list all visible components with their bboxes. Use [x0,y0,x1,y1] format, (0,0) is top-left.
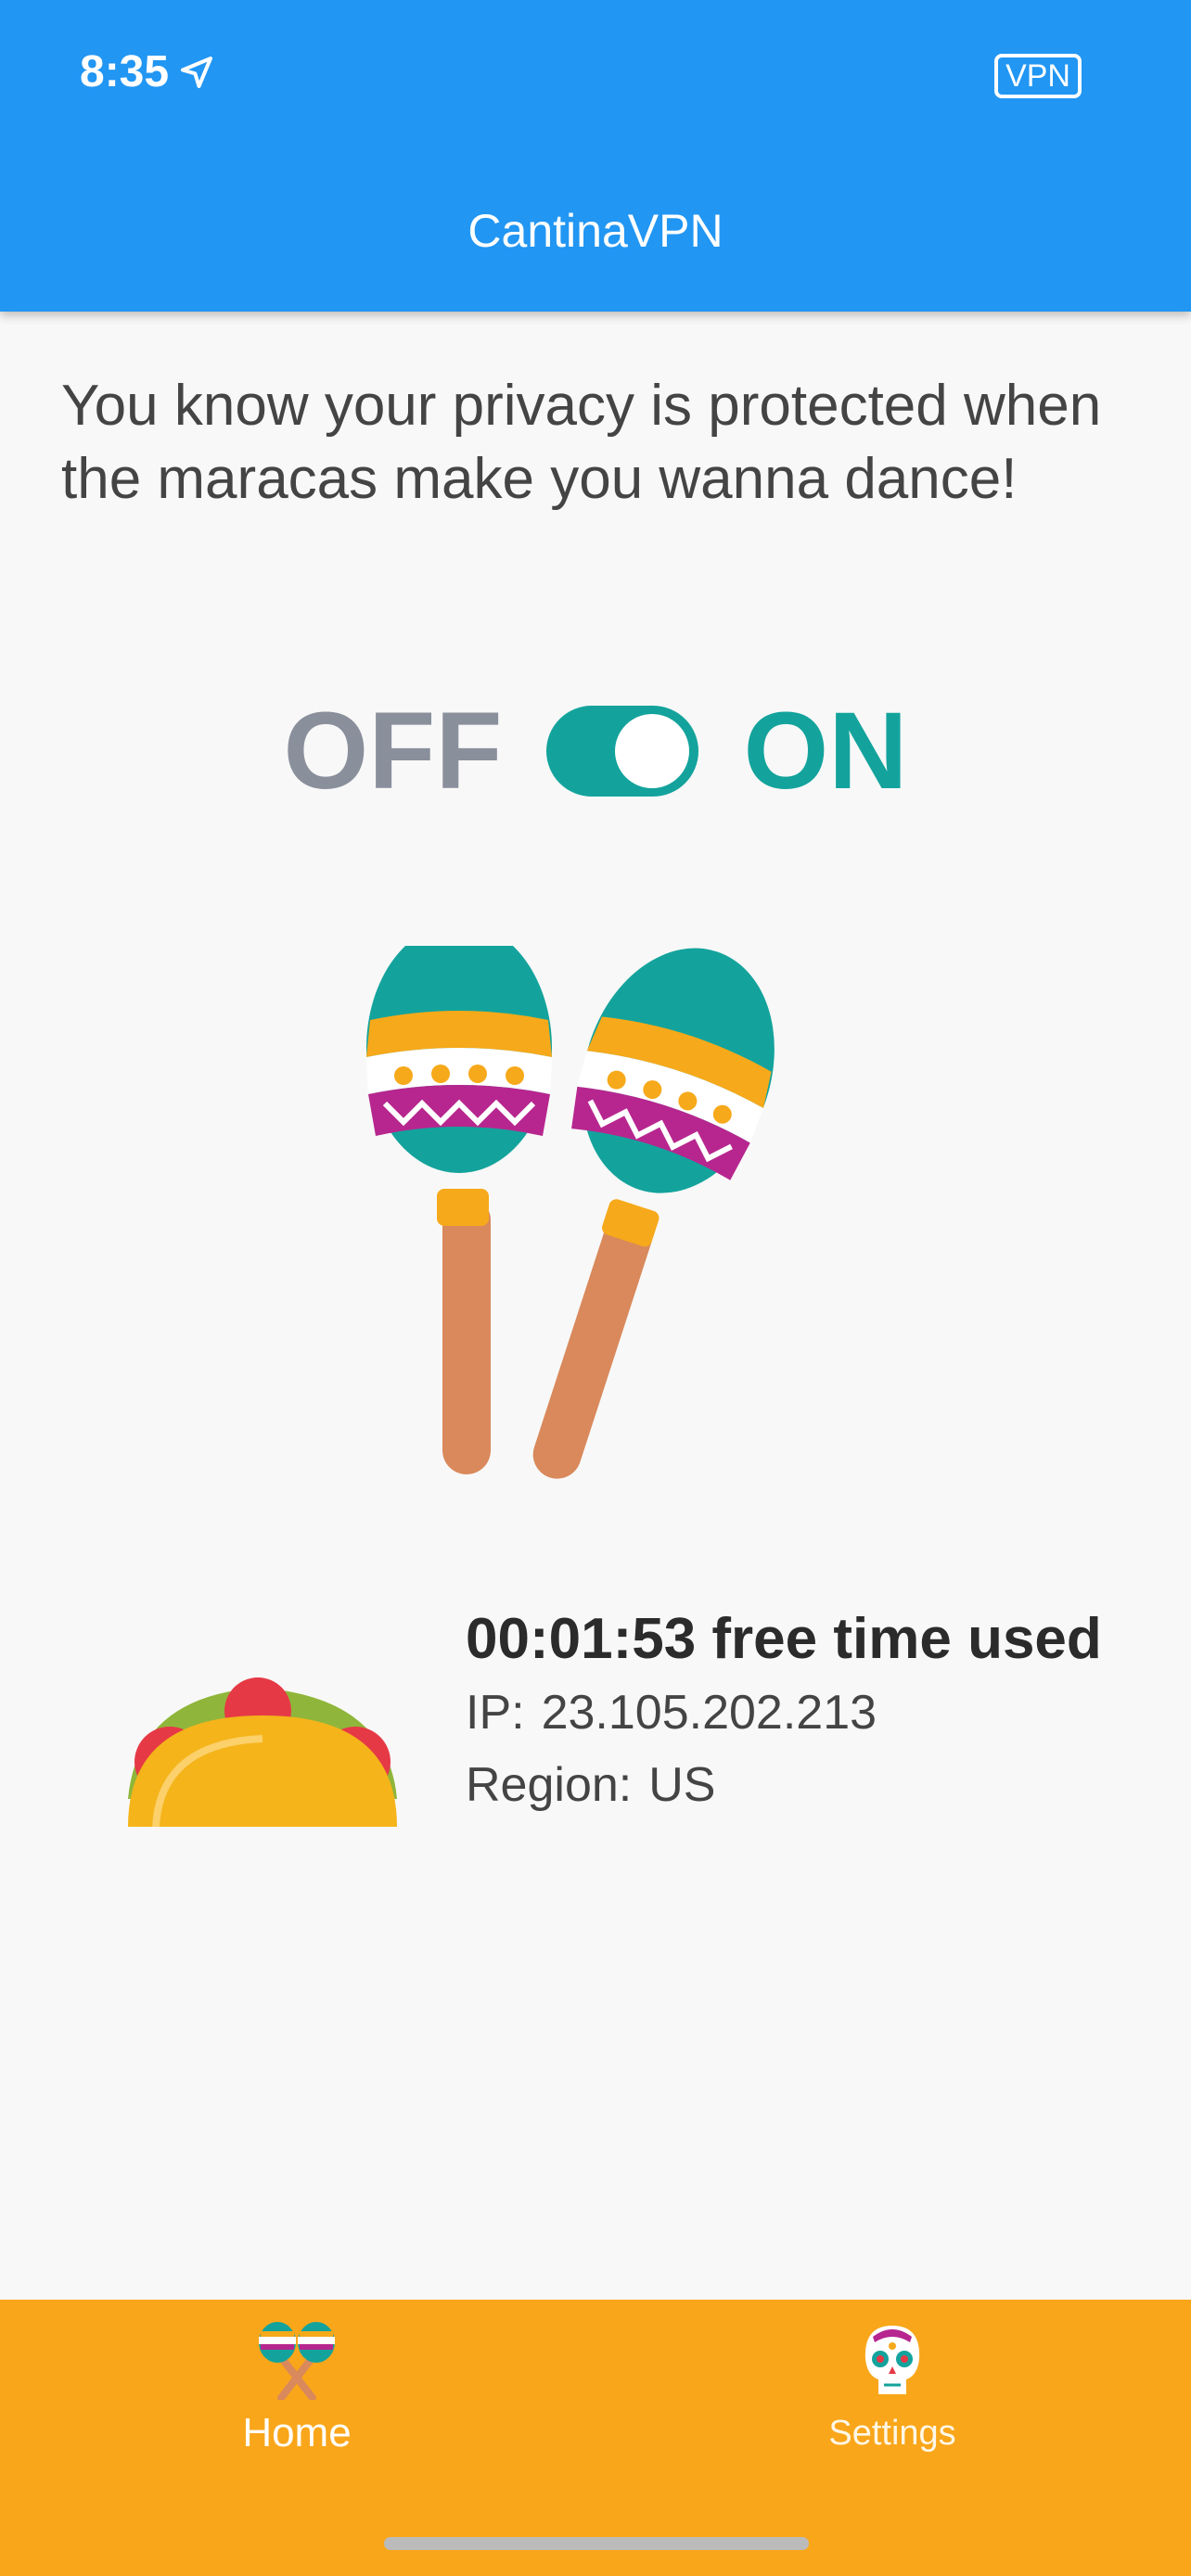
ip-value: 23.105.202.213 [541,1686,877,1740]
region-info: Region: US [466,1749,1133,1821]
region-value: US [648,1758,716,1812]
status-bar-time: 8:35 [80,46,215,97]
nav-item-home[interactable]: Home [158,2320,436,2456]
nav-label-settings: Settings [828,2414,956,2453]
free-time-used: 00:01:53 free time used [466,1607,1102,1671]
nav-item-settings[interactable]: Settings [753,2320,1031,2454]
taco-icon [128,1677,397,1828]
app-bar: 8:35 VPN CantinaVPN [0,0,1191,312]
page-title: CantinaVPN [467,205,724,257]
location-arrow-icon [181,56,213,88]
home-indicator[interactable] [384,2537,809,2550]
vpn-toggle-row: OFF ON [0,686,1191,816]
clock-text: 8:35 [80,47,170,96]
sugar-skull-icon [864,2326,920,2394]
nav-label-home: Home [242,2410,352,2455]
vpn-status-badge: VPN [994,54,1082,98]
privacy-tagline: You know your privacy is protected when … [61,374,1102,511]
ip-label: IP: [466,1686,525,1740]
vpn-toggle-switch[interactable] [546,706,699,797]
connection-stats: 00:01:53 free time used IP: 23.105.202.21… [466,1602,1133,1821]
region-label: Region: [466,1758,633,1812]
maracas-icon [366,946,775,1479]
bottom-navigation: Home Settings [0,2300,1191,2576]
toggle-off-label[interactable]: OFF [284,688,503,814]
ip-info: IP: 23.105.202.213 [466,1677,1133,1749]
toggle-knob[interactable] [615,714,690,788]
toggle-on-label[interactable]: ON [743,688,907,814]
maracas-icon [259,2322,335,2402]
